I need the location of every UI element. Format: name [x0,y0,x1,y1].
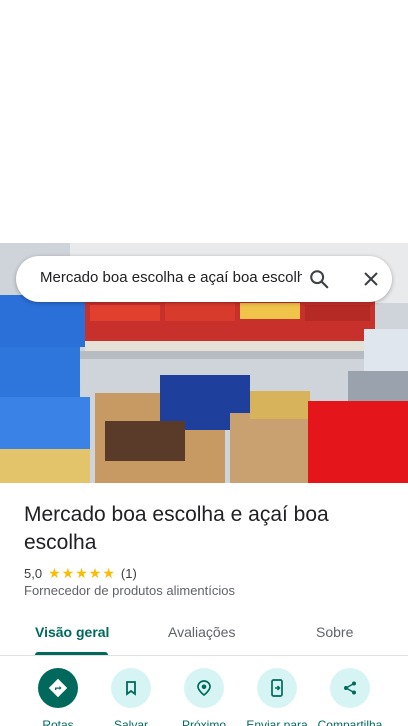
close-icon[interactable] [356,264,386,294]
send-to-phone-button[interactable]: Enviar para [235,668,319,726]
send-to-phone-icon [257,668,297,708]
map-area[interactable] [0,0,408,243]
search-bar[interactable]: Mercado boa escolha e açaí boa escolha [16,256,392,302]
active-tab-indicator [35,652,108,655]
star-icon: ★ [48,565,61,581]
tab-bar: Visão geral Avaliações Sobre [0,612,408,656]
nearby-button[interactable]: Próximo [162,668,246,726]
rating-value: 5,0 [24,565,43,581]
save-button[interactable]: Salvar [89,668,173,726]
directions-icon [38,668,78,708]
place-title: Mercado boa escolha e açaí boa escolha [24,503,329,554]
star-icon: ★ [102,565,115,581]
rating-row[interactable]: 5,0 ★ ★ ★ ★ ★ (1) [24,564,137,582]
search-input[interactable]: Mercado boa escolha e açaí boa escolha [40,269,302,289]
bookmark-icon [111,668,151,708]
tab-about[interactable]: Sobre [316,624,353,640]
place-category: Fornecedor de produtos alimentícios [24,583,236,598]
save-label: Salvar [113,718,148,726]
star-rating: ★ ★ ★ ★ ★ [48,566,116,580]
nearby-icon [184,668,224,708]
share-icon [330,668,370,708]
star-icon: ★ [61,565,75,581]
nearby-label: Próximo [181,718,226,726]
review-count[interactable]: (1) [121,566,137,581]
star-icon: ★ [88,565,102,581]
tab-overview[interactable]: Visão geral [35,624,109,640]
search-icon[interactable] [304,264,334,294]
directions-button[interactable]: Rotas [16,668,100,726]
share-button[interactable]: Compartilha [308,668,392,726]
send-to-phone-label: Enviar para [246,718,308,726]
star-icon: ★ [75,565,88,581]
action-bar: Rotas Salvar Próximo Enviar para Compart… [0,668,408,726]
share-label: Compartilha [317,718,383,726]
tab-reviews[interactable]: Avaliações [168,624,235,640]
directions-label: Rotas [42,718,74,726]
